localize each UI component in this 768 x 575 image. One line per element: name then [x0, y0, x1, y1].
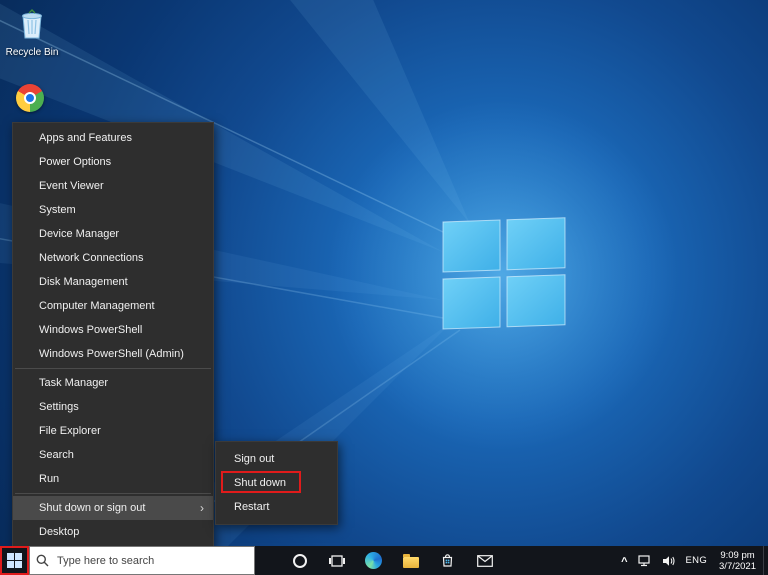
speaker-icon [662, 555, 675, 566]
menu-item-search[interactable]: Search [13, 443, 213, 467]
menu-item-network-connections[interactable]: Network Connections [13, 246, 213, 270]
taskbar-icons [281, 546, 503, 575]
menu-item-computer-management[interactable]: Computer Management [13, 294, 213, 318]
chevron-up-icon: ^ [621, 555, 628, 568]
submenu-item-sign-out[interactable]: Sign out [216, 447, 337, 471]
start-button[interactable] [0, 546, 29, 575]
edge-button[interactable] [355, 546, 392, 575]
search-input[interactable] [55, 553, 248, 568]
menu-item-windows-powershell-admin[interactable]: Windows PowerShell (Admin) [13, 342, 213, 366]
edge-icon [365, 552, 382, 569]
menu-item-windows-powershell[interactable]: Windows PowerShell [13, 318, 213, 342]
menu-item-disk-management[interactable]: Disk Management [13, 270, 213, 294]
file-explorer-icon [402, 553, 419, 568]
store-button[interactable] [429, 546, 466, 575]
system-tray: ^ ENG 9:09 pm 3/7/2021 [616, 546, 768, 575]
menu-item-desktop[interactable]: Desktop [13, 520, 213, 544]
clock-date: 3/7/2021 [719, 560, 756, 572]
task-view-icon [328, 554, 345, 567]
menu-item-file-explorer[interactable]: File Explorer [13, 419, 213, 443]
submenu-item-shut-down[interactable]: Shut down [216, 471, 337, 495]
network-button[interactable] [633, 546, 657, 575]
store-icon [442, 554, 453, 567]
menu-separator [15, 368, 211, 369]
clock-time: 9:09 pm [720, 549, 755, 561]
search-icon [36, 554, 49, 567]
network-icon [637, 554, 650, 566]
menu-item-shut-down-or-sign-out[interactable]: Shut down or sign out › [13, 496, 213, 520]
tray-overflow-button[interactable]: ^ [616, 547, 632, 575]
taskbar: ^ ENG 9:09 pm 3/7/2021 [0, 546, 768, 575]
submenu-chevron-icon: › [200, 501, 204, 515]
clock[interactable]: 9:09 pm 3/7/2021 [712, 546, 763, 575]
menu-item-power-options[interactable]: Power Options [13, 150, 213, 174]
chrome-icon [16, 84, 44, 112]
windows-desktop: Recycle Bin Apps and Features Power Opti… [0, 0, 768, 575]
winx-menu: Apps and Features Power Options Event Vi… [12, 122, 214, 548]
language-indicator[interactable]: ENG [681, 546, 713, 575]
menu-item-label: Shut down or sign out [39, 502, 146, 514]
file-explorer-button[interactable] [392, 546, 429, 575]
chrome-shortcut[interactable] [0, 84, 62, 112]
menu-item-apps-and-features[interactable]: Apps and Features [13, 126, 213, 150]
menu-item-task-manager[interactable]: Task Manager [13, 371, 213, 395]
recycle-bin-label: Recycle Bin [5, 47, 59, 58]
menu-item-system[interactable]: System [13, 198, 213, 222]
volume-button[interactable] [657, 546, 681, 575]
menu-item-device-manager[interactable]: Device Manager [13, 222, 213, 246]
menu-item-event-viewer[interactable]: Event Viewer [13, 174, 213, 198]
cortana-icon [292, 553, 307, 568]
mail-icon [476, 554, 493, 567]
submenu-item-label: Shut down [234, 477, 286, 489]
recycle-bin-shortcut[interactable]: Recycle Bin [0, 8, 64, 58]
taskbar-search[interactable] [29, 546, 255, 575]
menu-item-settings[interactable]: Settings [13, 395, 213, 419]
menu-separator [15, 493, 211, 494]
mail-button[interactable] [466, 546, 503, 575]
show-desktop-button[interactable] [763, 546, 768, 575]
windows-start-icon [7, 553, 22, 568]
cortana-button[interactable] [281, 546, 318, 575]
shutdown-submenu: Sign out Shut down Restart [215, 441, 338, 525]
menu-item-run[interactable]: Run [13, 467, 213, 491]
language-label: ENG [685, 555, 708, 566]
recycle-bin-icon [17, 8, 47, 45]
submenu-item-restart[interactable]: Restart [216, 495, 337, 519]
task-view-button[interactable] [318, 546, 355, 575]
